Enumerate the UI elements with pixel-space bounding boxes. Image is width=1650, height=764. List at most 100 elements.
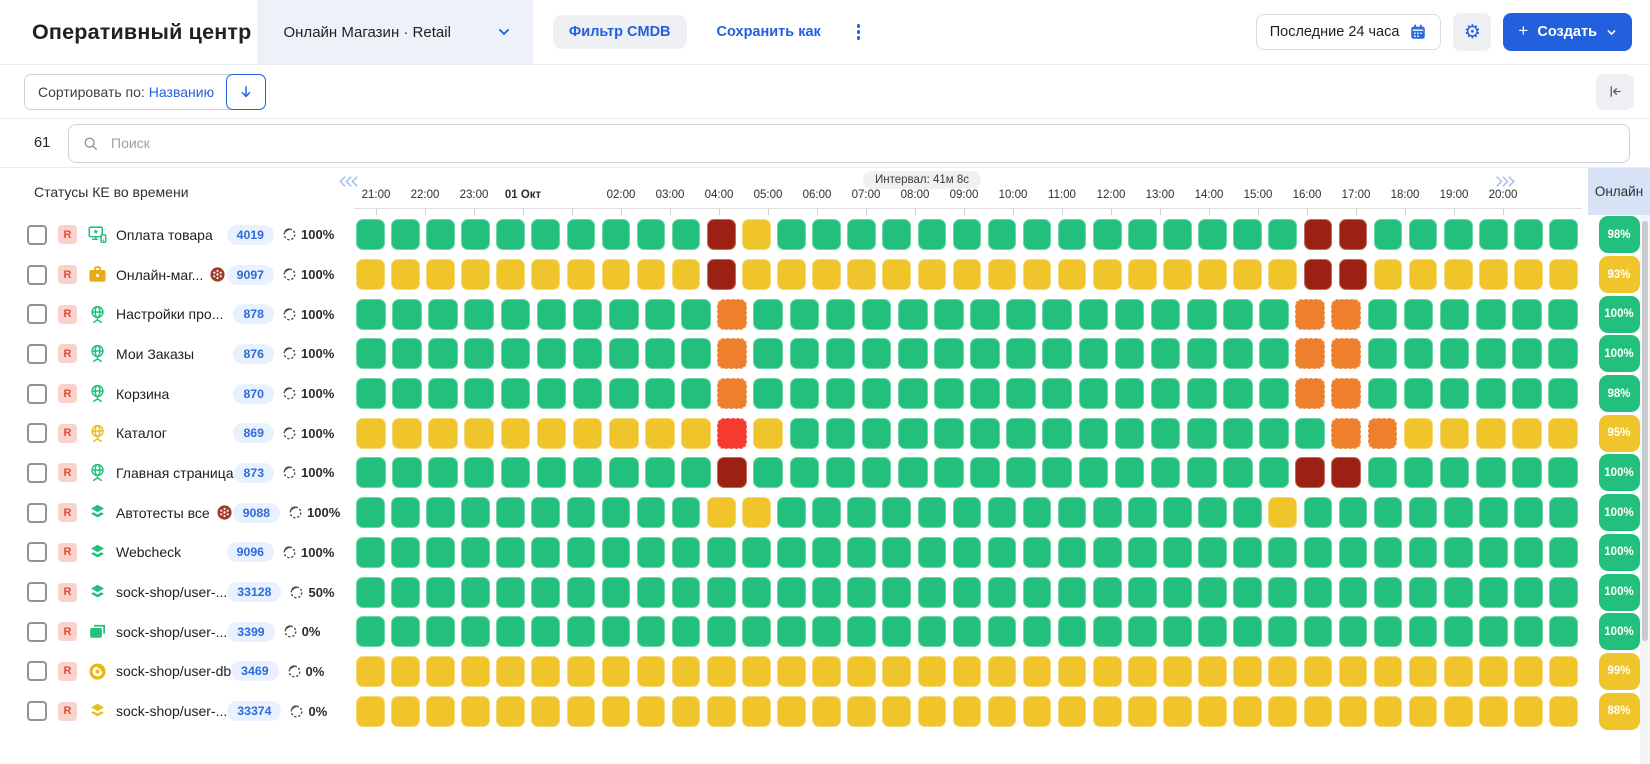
event-count-badge[interactable]: 33374 [227,701,281,721]
status-cell[interactable] [1023,616,1052,647]
status-cell[interactable] [1198,219,1227,250]
status-cell[interactable] [496,696,525,727]
status-cell[interactable] [1295,418,1325,449]
status-cell[interactable] [1187,457,1217,488]
status-cell[interactable] [862,418,892,449]
status-cell[interactable] [1151,457,1181,488]
status-cell[interactable] [1187,418,1217,449]
status-cell[interactable] [1115,338,1145,369]
row-checkbox[interactable] [27,463,47,483]
status-cell[interactable] [777,259,806,290]
status-cell[interactable] [356,696,385,727]
status-cell[interactable] [391,259,420,290]
online-percentage-badge[interactable]: 100% [1599,296,1640,333]
status-cell[interactable] [1339,537,1368,568]
status-cell[interactable] [1151,299,1181,330]
status-cell[interactable] [1512,457,1542,488]
status-cell[interactable] [953,696,982,727]
status-cell[interactable] [531,219,560,250]
status-cell[interactable] [428,378,458,409]
status-cell[interactable] [1444,537,1473,568]
status-cell[interactable] [602,577,631,608]
status-cell[interactable] [461,497,490,528]
status-cell[interactable] [988,616,1017,647]
online-percentage-badge[interactable]: 88% [1599,693,1640,730]
status-cell[interactable] [1479,497,1508,528]
status-cell[interactable] [567,259,596,290]
status-cell[interactable] [988,656,1017,687]
status-cell[interactable] [1023,696,1052,727]
status-cell[interactable] [1115,299,1145,330]
status-cell[interactable] [1093,219,1122,250]
status-cell[interactable] [1233,219,1262,250]
status-cell[interactable] [970,378,1000,409]
status-cell[interactable] [645,457,675,488]
search-input[interactable] [109,134,1629,152]
status-cell[interactable] [1476,299,1506,330]
status-cell[interactable] [392,378,422,409]
status-cell[interactable] [1151,338,1181,369]
status-cell[interactable] [1304,616,1333,647]
status-cell[interactable] [496,497,525,528]
status-cell[interactable] [707,259,736,290]
status-cell[interactable] [1476,378,1506,409]
status-cell[interactable] [573,457,603,488]
status-cell[interactable] [1304,577,1333,608]
collapse-panel-button[interactable] [1596,74,1634,110]
status-cell[interactable] [753,299,783,330]
event-count-badge[interactable]: 33128 [227,582,281,602]
online-percentage-badge[interactable]: 100% [1599,534,1640,571]
settings-gear-icon[interactable]: ⚙ [1453,13,1491,51]
status-cell[interactable] [1374,497,1403,528]
status-cell[interactable] [988,219,1017,250]
status-cell[interactable] [1440,418,1470,449]
status-cell[interactable] [812,577,841,608]
status-cell[interactable] [1128,219,1157,250]
ke-name[interactable]: Оплата товара [116,227,213,243]
status-cell[interactable] [1115,457,1145,488]
status-cell[interactable] [1514,696,1543,727]
status-cell[interactable] [464,338,494,369]
online-percentage-badge[interactable]: 95% [1599,415,1640,452]
status-cell[interactable] [537,378,567,409]
status-cell[interactable] [1444,497,1473,528]
status-cell[interactable] [1058,577,1087,608]
status-cell[interactable] [707,616,736,647]
status-cell[interactable] [1198,696,1227,727]
status-cell[interactable] [1223,418,1253,449]
status-cell[interactable] [1549,497,1578,528]
event-count-badge[interactable]: 878 [233,304,274,324]
status-cell[interactable] [1409,497,1438,528]
status-cell[interactable] [1304,537,1333,568]
status-cell[interactable] [1058,259,1087,290]
online-percentage-badge[interactable]: 100% [1599,494,1640,531]
status-cell[interactable] [1404,457,1434,488]
status-cell[interactable] [826,378,856,409]
status-cell[interactable] [1368,418,1398,449]
status-cell[interactable] [742,219,771,250]
status-cell[interactable] [898,299,928,330]
status-cell[interactable] [602,497,631,528]
status-cell[interactable] [1339,219,1368,250]
sort-by-selector[interactable]: Сортировать по:Названию [25,75,227,109]
status-cell[interactable] [1198,616,1227,647]
event-count-badge[interactable]: 876 [233,344,274,364]
status-cell[interactable] [1093,616,1122,647]
status-cell[interactable] [672,616,701,647]
status-cell[interactable] [1233,259,1262,290]
status-cell[interactable] [1093,259,1122,290]
status-cell[interactable] [391,696,420,727]
status-cell[interactable] [753,418,783,449]
status-cell[interactable] [531,656,560,687]
status-cell[interactable] [953,616,982,647]
status-cell[interactable] [637,497,666,528]
status-cell[interactable] [918,656,947,687]
status-cell[interactable] [1163,656,1192,687]
status-cell[interactable] [501,457,531,488]
online-percentage-badge[interactable]: 100% [1599,454,1640,491]
row-checkbox[interactable] [27,304,47,324]
status-cell[interactable] [988,577,1017,608]
status-cell[interactable] [464,457,494,488]
status-cell[interactable] [847,577,876,608]
status-cell[interactable] [645,378,675,409]
